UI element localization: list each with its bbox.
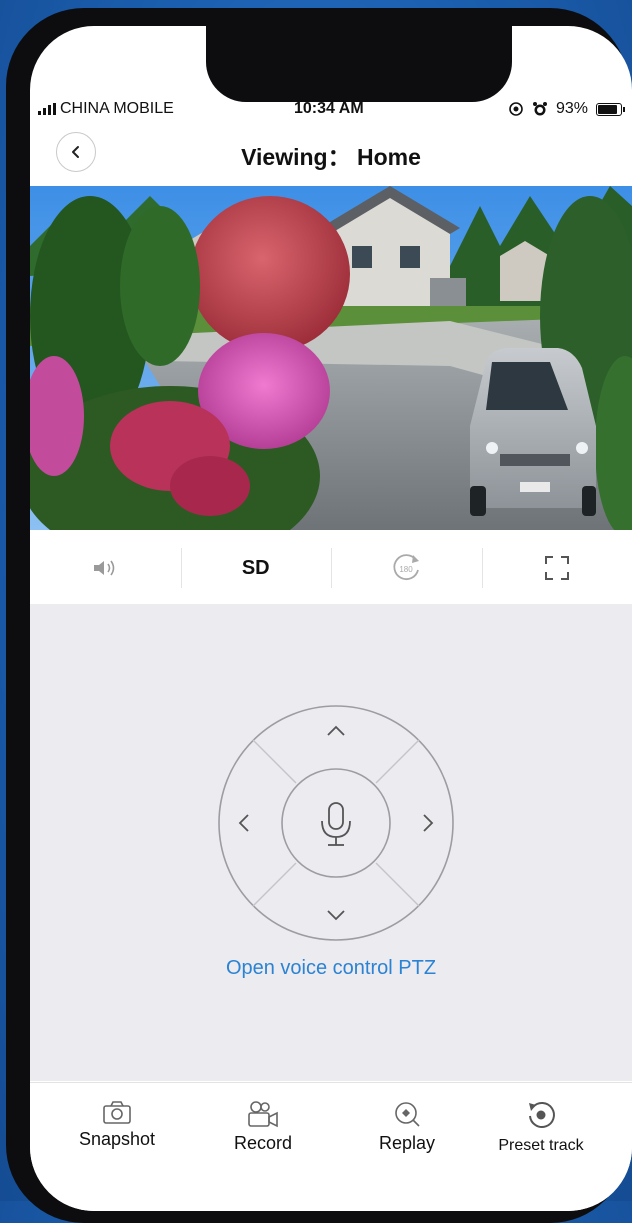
snapshot-button[interactable]: Snapshot (62, 1099, 172, 1150)
preset-track-label: Preset track (486, 1137, 596, 1155)
preset-track-icon (525, 1099, 557, 1131)
battery-icon (596, 103, 622, 116)
ptz-up-button[interactable] (311, 713, 361, 753)
rotate-180-button[interactable]: 180 (331, 532, 482, 604)
quality-label: SD (242, 557, 270, 580)
replay-icon (392, 1099, 422, 1129)
ptz-dial (216, 703, 456, 943)
lock-rotation-icon (508, 101, 524, 117)
phone-frame: CHINA MOBILE 10:34 AM 93% (6, 8, 628, 1223)
ptz-down-button[interactable] (311, 893, 361, 933)
rotate-180-icon: 180 (389, 551, 423, 585)
ptz-control-panel: Open voice control PTZ (30, 605, 632, 1081)
quality-sd-button[interactable]: SD (181, 532, 332, 604)
audio-toggle-button[interactable] (30, 532, 181, 604)
record-label: Record (208, 1133, 318, 1154)
fullscreen-button[interactable] (482, 532, 632, 604)
fullscreen-icon (544, 555, 570, 581)
signal-icon (38, 103, 56, 115)
phone-notch (206, 26, 512, 102)
video-camera-icon (246, 1099, 280, 1129)
video-toolbar: SD 180 (30, 532, 632, 605)
camera-feed-image (30, 186, 632, 530)
svg-text:180: 180 (400, 565, 414, 574)
voice-control-ptz-link[interactable]: Open voice control PTZ (30, 957, 632, 980)
nav-header: Viewing： Home (30, 130, 632, 182)
alarm-icon (532, 101, 548, 117)
carrier-name: CHINA MOBILE (60, 100, 174, 118)
microphone-button[interactable] (286, 773, 386, 873)
status-right: 93% (508, 100, 622, 118)
carrier-info: CHINA MOBILE (38, 100, 174, 118)
camera-live-view[interactable] (30, 186, 632, 530)
ptz-right-button[interactable] (406, 798, 446, 848)
preset-track-button[interactable]: Preset track (486, 1099, 596, 1155)
replay-button[interactable]: Replay (352, 1099, 462, 1154)
snapshot-label: Snapshot (62, 1129, 172, 1150)
page-title: Viewing： Home (30, 138, 632, 172)
battery-percent: 93% (556, 100, 588, 118)
app-screen: CHINA MOBILE 10:34 AM 93% (30, 26, 632, 1211)
replay-label: Replay (352, 1133, 462, 1154)
camera-icon (102, 1099, 132, 1125)
bottom-action-bar: Snapshot Record Replay (30, 1082, 632, 1211)
speaker-icon (92, 558, 118, 578)
status-time: 10:34 AM (294, 100, 364, 118)
ptz-left-button[interactable] (226, 798, 266, 848)
record-button[interactable]: Record (208, 1099, 318, 1154)
